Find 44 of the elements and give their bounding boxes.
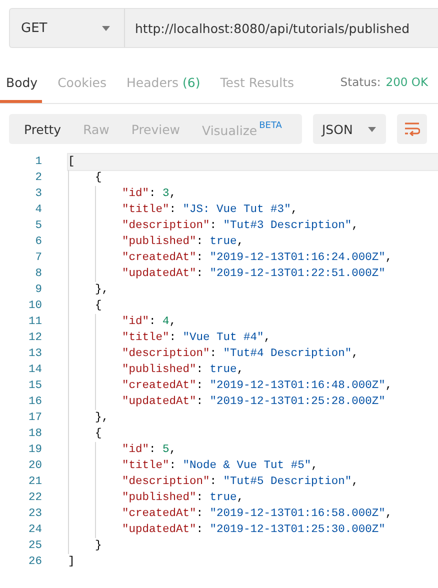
- response-tab[interactable]: Headers (6): [120, 61, 204, 103]
- wrap-lines-icon: [404, 122, 420, 136]
- wrap-button[interactable]: [397, 114, 427, 144]
- view-mode-tab[interactable]: Preview: [122, 114, 190, 144]
- line-number: 22: [27, 491, 42, 506]
- line-number: 12: [27, 331, 42, 346]
- view-mode-tab[interactable]: Visualize $^{BETA}$: [193, 114, 291, 144]
- line-number: 1: [34, 155, 42, 170]
- response-tab[interactable]: Cookies: [52, 61, 111, 103]
- line-number: 5: [34, 219, 42, 234]
- line-number: 26: [27, 555, 42, 570]
- code-line: ]: [68, 554, 76, 570]
- line-number: 13: [27, 347, 42, 362]
- url-field[interactable]: http://localhost:8080/api/tutorials/published: [125, 8, 438, 48]
- view-mode-tab[interactable]: Pretty: [15, 114, 70, 144]
- line-number: 18: [27, 427, 42, 442]
- status-value: 200 OK: [386, 75, 428, 89]
- line-number: 3: [34, 187, 42, 202]
- line-number: 16: [27, 395, 42, 410]
- line-number: 23: [27, 507, 42, 522]
- format-dropdown[interactable]: JSON: [313, 114, 386, 144]
- line-number: 25: [27, 539, 42, 554]
- line-number: 10: [27, 299, 42, 314]
- view-mode-tab[interactable]: Raw: [74, 114, 118, 144]
- response-tab[interactable]: Test Results: [214, 61, 298, 103]
- caret-icon: [368, 126, 376, 132]
- line-number: 4: [34, 203, 42, 218]
- line-number: 17: [27, 411, 42, 426]
- line-number: 21: [27, 475, 42, 490]
- line-number: 9: [34, 283, 42, 298]
- line-number: 20: [27, 459, 42, 474]
- caret-icon: [102, 26, 110, 30]
- line-number: 15: [27, 379, 42, 394]
- line-number: 24: [27, 523, 42, 538]
- method-dropdown[interactable]: GET: [9, 8, 125, 48]
- line-number: 7: [34, 251, 42, 266]
- status-label: Status:: [340, 75, 381, 89]
- line-number: 8: [34, 267, 42, 282]
- line-number: 14: [27, 363, 42, 378]
- line-number: 19: [27, 443, 42, 458]
- line-number: 11: [27, 315, 42, 330]
- response-tab[interactable]: Body: [0, 61, 42, 103]
- line-number: 2: [34, 171, 42, 186]
- line-number: 6: [34, 235, 42, 250]
